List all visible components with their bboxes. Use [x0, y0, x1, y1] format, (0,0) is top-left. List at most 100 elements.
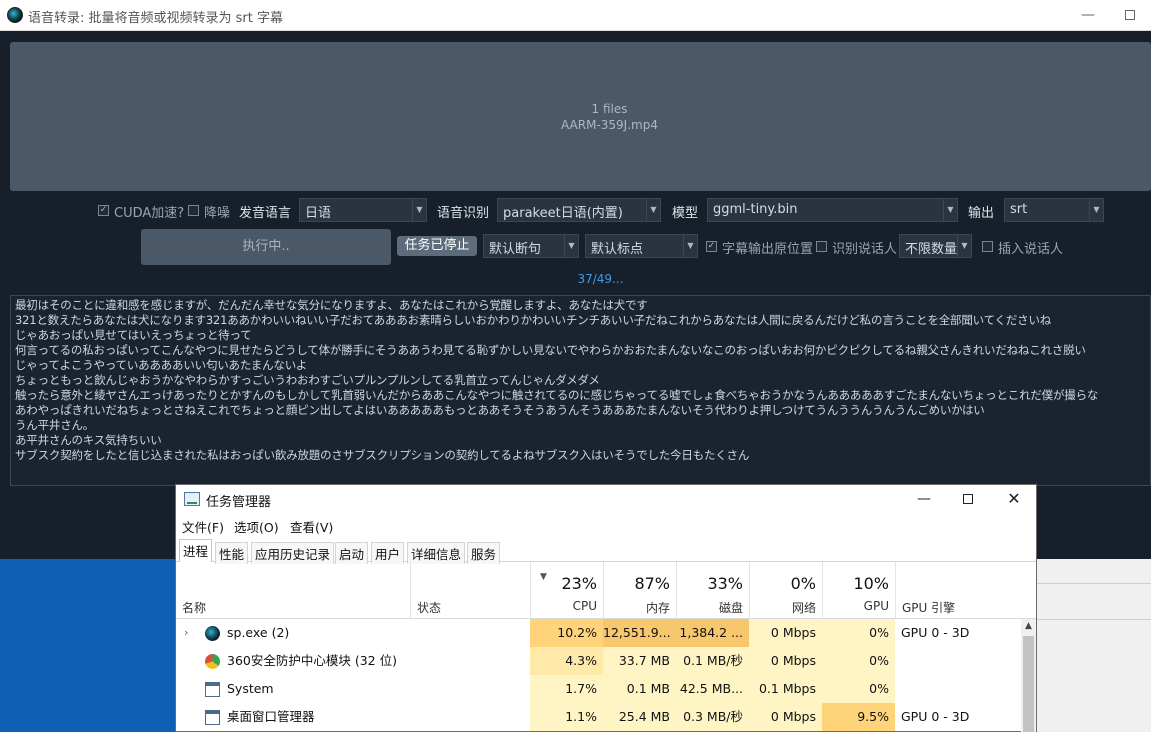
- memory-value: 25.4 MB: [603, 703, 676, 731]
- menu-view[interactable]: 查看(V): [290, 517, 333, 536]
- insert-speaker-checkbox[interactable]: [982, 241, 993, 252]
- memory-value: 33.7 MB: [603, 647, 676, 675]
- split-value: 默认断句: [489, 242, 542, 257]
- minimize-button[interactable]: —: [1076, 4, 1100, 26]
- app-window: 语音转录: 批量将音频或视频转录为 srt 字幕 — 1 files AARM-…: [0, 0, 1151, 559]
- recognition-select[interactable]: parakeet日语(内置) ▼: [497, 198, 661, 222]
- menu-file[interactable]: 文件(F): [182, 517, 224, 536]
- punctuation-select[interactable]: 默认标点 ▼: [585, 234, 698, 258]
- source-lang-label: 发音语言: [239, 206, 292, 221]
- column-disk[interactable]: 33% 磁盘: [676, 562, 749, 619]
- keep-original-label: 字幕输出原位置: [722, 242, 814, 257]
- process-row[interactable]: 360安全防护中心模块 (32 位) 4.3% 33.7 MB 0.1 MB/秒…: [176, 647, 1021, 675]
- vertical-scrollbar[interactable]: ▲: [1021, 619, 1036, 732]
- column-status-cell[interactable]: 状态: [410, 562, 530, 619]
- transcript-output[interactable]: 最初はそのことに違和感を感じますが、だんだん幸せな気分になりますよ、あなたはこれ…: [10, 295, 1151, 486]
- gpu-engine-label: GPU 引擎: [902, 601, 956, 615]
- file-drop-area[interactable]: 1 files AARM-359J.mp4: [10, 42, 1151, 191]
- tab-services[interactable]: 服务: [467, 542, 501, 564]
- column-network[interactable]: 0% 网络: [749, 562, 822, 619]
- tab-bar: 进程 性能 应用历史记录 启动 用户 详细信息 服务: [176, 538, 1036, 564]
- transcript-line: 何言ってるの私おっぱいってこんなやつに見せたらどうして体が勝手にそうああうわ見て…: [15, 343, 1086, 357]
- progress-text: 37/49...: [577, 272, 624, 286]
- transcript-line: じゃあおっぱい見せてはいえっちょっと待って: [15, 328, 252, 342]
- tab-users[interactable]: 用户: [371, 542, 405, 564]
- cuda-checkbox[interactable]: ✓: [98, 205, 109, 216]
- close-button[interactable]: ✕: [999, 487, 1029, 511]
- menu-options[interactable]: 选项(O): [234, 517, 279, 536]
- scroll-up-icon[interactable]: ▲: [1021, 619, 1036, 634]
- cpu-value: 4.3%: [530, 647, 603, 675]
- process-row[interactable]: › sp.exe (2) 10.2% 12,551.9... 1,384.2 .…: [176, 619, 1021, 647]
- chevron-down-icon: ▼: [646, 199, 660, 221]
- output-format-select[interactable]: srt ▼: [1004, 198, 1104, 222]
- process-name: 桌面窗口管理器: [227, 709, 315, 724]
- minimize-button[interactable]: —: [909, 487, 939, 511]
- network-value: 0 Mbps: [749, 703, 822, 731]
- denoise-label: 降噪: [204, 206, 231, 221]
- transcript-line: あ平井さんのキス気持ちいい: [15, 433, 162, 447]
- keep-original-checkbox[interactable]: ✓: [706, 241, 717, 252]
- tab-performance[interactable]: 性能: [215, 542, 249, 564]
- chevron-down-icon: ▼: [564, 235, 578, 257]
- transcript-line: 最初はそのことに違和感を感じますが、だんだん幸せな気分になりますよ、あなたはこれ…: [15, 298, 648, 312]
- window-icon: [205, 682, 220, 697]
- process-name: sp.exe (2): [227, 625, 290, 640]
- chevron-right-icon[interactable]: ›: [184, 619, 188, 647]
- denoise-checkbox[interactable]: [188, 205, 199, 216]
- process-name: 360安全防护中心模块 (32 位): [227, 653, 397, 668]
- tab-details[interactable]: 详细信息: [407, 542, 466, 564]
- file-name: AARM-359J.mp4: [561, 118, 658, 132]
- memory-value: 0.1 MB: [603, 675, 676, 703]
- process-row[interactable]: 桌面窗口管理器 1.1% 25.4 MB 0.3 MB/秒 0 Mbps 9.5…: [176, 703, 1021, 731]
- cpu-value: 10.2%: [530, 619, 603, 647]
- gpu-total: 10%: [853, 574, 889, 593]
- column-gpu[interactable]: 10% GPU: [822, 562, 895, 619]
- gpu-value: 9.5%: [822, 703, 895, 731]
- run-button[interactable]: 执行中..: [141, 229, 391, 265]
- gpu-value: 0%: [822, 619, 895, 647]
- transcript-line: サブスク契約をしたと信じ込まされた私はおっぱい飲み放題のさサブスクリプションの契…: [15, 448, 750, 462]
- column-gpu-engine[interactable]: GPU 引擎: [895, 562, 1021, 619]
- column-cpu[interactable]: 23% CPU: [530, 562, 603, 619]
- scroll-thumb[interactable]: [1023, 636, 1034, 732]
- disk-label: 磁盘: [718, 601, 743, 615]
- app-logo-icon: [7, 7, 23, 23]
- tab-startup[interactable]: 启动: [335, 542, 369, 564]
- column-memory[interactable]: 87% 内存: [603, 562, 676, 619]
- output-format-value: srt: [1010, 202, 1028, 217]
- column-header: 名称 状态 ▼ 23% CPU 87% 内存 33% 磁盘 0% 网络 10% …: [176, 562, 1036, 619]
- chevron-down-icon: ▼: [943, 199, 957, 221]
- speaker-count-select[interactable]: 不限数量 ▼: [899, 234, 972, 258]
- app-icon: [205, 626, 220, 641]
- model-select[interactable]: ggml-tiny.bin ▼: [707, 198, 958, 222]
- source-lang-value: 日语: [305, 206, 332, 221]
- disk-value: 0.3 MB/秒: [676, 703, 749, 731]
- network-total: 0%: [790, 574, 816, 593]
- source-lang-select[interactable]: 日语 ▼: [299, 198, 427, 222]
- stop-button[interactable]: 任务已停止: [397, 236, 477, 256]
- tab-processes[interactable]: 进程: [179, 539, 213, 562]
- gpu-engine-value: GPU 0 - 3D: [901, 625, 970, 640]
- split-select[interactable]: 默认断句 ▼: [483, 234, 579, 258]
- speaker-checkbox[interactable]: [816, 241, 827, 252]
- model-value: ggml-tiny.bin: [713, 202, 798, 217]
- tab-app-history[interactable]: 应用历史记录: [251, 542, 335, 564]
- disk-value: 1,384.2 ...: [676, 619, 749, 647]
- insert-speaker-label: 插入说话人: [998, 242, 1064, 257]
- maximize-button[interactable]: [953, 487, 983, 511]
- chevron-down-icon: ▼: [412, 199, 426, 221]
- background-window: [1037, 559, 1151, 732]
- transcript-line: あわやっぱきれいだねちょっとさねえこれでちょっと顔ピン出してよはいあああああもっ…: [15, 403, 985, 417]
- column-status: 状态: [417, 601, 442, 615]
- process-row[interactable]: System 1.7% 0.1 MB 42.5 MB... 0.1 Mbps 0…: [176, 675, 1021, 703]
- gpu-engine-value: [901, 647, 1016, 675]
- task-manager-title: 任务管理器: [206, 495, 272, 510]
- column-name[interactable]: 名称: [182, 599, 206, 616]
- chevron-down-icon: ▼: [683, 235, 697, 257]
- maximize-button[interactable]: [1118, 4, 1142, 26]
- recognition-value: parakeet日语(内置): [503, 206, 623, 221]
- network-value: 0 Mbps: [749, 647, 822, 675]
- cpu-value: 1.7%: [530, 675, 603, 703]
- output-label: 输出: [968, 206, 995, 221]
